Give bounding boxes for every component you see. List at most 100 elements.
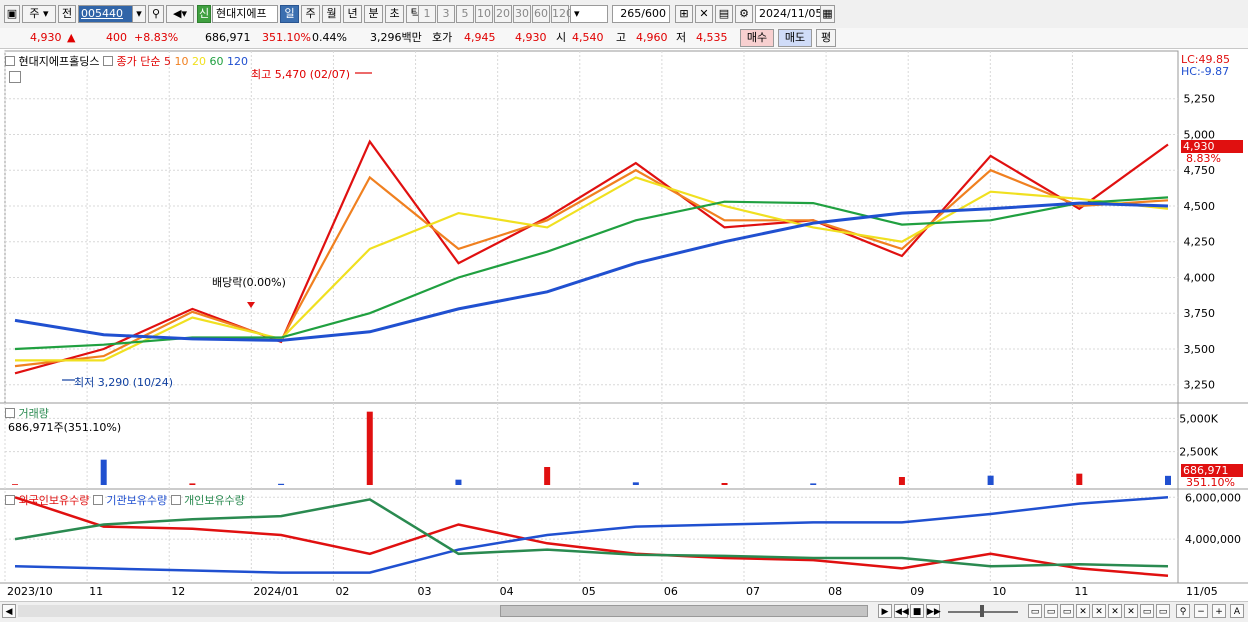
ma-line-20 <box>15 176 1169 362</box>
legend-checkbox[interactable] <box>102 56 113 66</box>
legend-checkbox[interactable] <box>170 495 181 505</box>
play-button[interactable]: ▶ <box>878 604 892 618</box>
quote-volume-ratio: 351.10% <box>262 31 311 44</box>
volume-bar <box>544 467 551 485</box>
zoom-reset-icon[interactable]: ⚲ <box>1176 604 1190 618</box>
chart-area[interactable]: 2023/10 11 12 2024/01 02 03 04 05 06 07 08 09 10 11 11… <box>0 49 1248 601</box>
volume-y-tick-label: 5,000K <box>1179 412 1218 425</box>
legend-checkbox[interactable] <box>92 495 103 505</box>
stock-name-field[interactable]: 현대지에프 <box>212 5 278 23</box>
scroll-left-icon[interactable]: ◀ <box>2 604 16 618</box>
period-select[interactable]: 주 ▾ <box>22 5 56 23</box>
interval-button[interactable]: 20 <box>494 5 512 23</box>
holding-line-2 <box>14 498 1169 568</box>
quote-bar: 4,930 ▲ 400 +8.83% 686,971 351.10% 0.44%… <box>0 28 1248 49</box>
interval-button[interactable]: 120 <box>551 5 573 23</box>
quote-high: 4,960 <box>636 31 668 44</box>
tab-5[interactable]: 초 <box>385 5 404 23</box>
font-size-icon[interactable]: A <box>1230 604 1244 618</box>
tool-icon[interactable]: ▭ <box>1156 604 1170 618</box>
x-tick-label: 2023/10 <box>7 585 53 598</box>
tab-1[interactable]: 주 <box>301 5 320 23</box>
legend-checkbox[interactable] <box>5 408 15 418</box>
y-tick-label: 3,500 <box>1184 343 1216 356</box>
tool-icon[interactable]: ✕ <box>1092 604 1106 618</box>
tab-0[interactable]: 일 <box>280 5 299 23</box>
tool-icon[interactable]: ✕ <box>1108 604 1122 618</box>
volume-bar <box>1076 473 1083 485</box>
settings-icon[interactable]: ⚙ <box>735 5 753 23</box>
tool-icon[interactable]: ▭ <box>1060 604 1074 618</box>
quote-change-arrow: ▲ <box>67 31 76 44</box>
ma-label: 종가 단순 <box>116 55 161 68</box>
ma-line-10 <box>14 168 1169 368</box>
tab-2[interactable]: 월 <box>322 5 341 23</box>
y-tick-label: 4,750 <box>1184 164 1216 177</box>
zoom-in-icon[interactable]: + <box>1212 604 1226 618</box>
volume-bar <box>721 483 728 485</box>
y-tick-label: 4,000 <box>1184 271 1216 284</box>
tab-3[interactable]: 년 <box>343 5 362 23</box>
legend-checkbox[interactable] <box>5 495 15 505</box>
stop-button[interactable]: ■ <box>910 604 924 618</box>
interval-button[interactable]: 3 <box>437 5 455 23</box>
count-total: /600 <box>641 7 666 20</box>
count-value: 265 <box>620 7 642 20</box>
x-tick-label: 06 <box>664 585 678 598</box>
tab-4[interactable]: 분 <box>364 5 383 23</box>
scroll-thumb[interactable] <box>500 605 868 617</box>
interval-button[interactable]: 1 <box>418 5 436 23</box>
tool-icon[interactable]: ▭ <box>1140 604 1154 618</box>
tool-icon[interactable]: ✕ <box>1076 604 1090 618</box>
ma-line-60 <box>14 196 1169 351</box>
price-panel-legend: 현대지에프홀딩스 종가 단순 5 10 20 60 120 <box>5 53 248 69</box>
interval-button[interactable]: 10 <box>475 5 493 23</box>
interval-button[interactable]: 5 <box>456 5 474 23</box>
holding-y-tick-label: 4,000,000 <box>1185 533 1241 546</box>
volume-bar <box>455 479 462 485</box>
quote-bid: 4,930 <box>515 31 547 44</box>
holding-series-individual: 개인보유수량 <box>184 494 245 507</box>
x-tick-label: 12 <box>171 585 185 598</box>
chart-scrollbar[interactable]: ◀ ▶ ◀◀ ■ ▶▶ ▭ ▭ ▭ ✕ ✕ ✕ ✕ ▭ ▭ ⚲ − + A <box>0 601 1248 622</box>
count-field[interactable]: 265/600 <box>612 5 670 23</box>
interval-select[interactable]: ▾ <box>570 5 608 23</box>
zoom-out-icon[interactable]: − <box>1194 604 1208 618</box>
y-tick-label: 3,250 <box>1184 379 1216 392</box>
eval-button[interactable]: 평 <box>816 29 836 47</box>
x-tick-label: 03 <box>418 585 432 598</box>
crosshair-icon[interactable]: ✕ <box>695 5 713 23</box>
interval-button[interactable]: 30 <box>513 5 531 23</box>
calendar-icon[interactable]: ▦ <box>820 5 835 23</box>
buy-button[interactable]: 매수 <box>740 29 774 47</box>
grid-toggle-icon[interactable] <box>9 71 21 83</box>
interval-button[interactable]: 60 <box>532 5 550 23</box>
chart-canvas[interactable]: 2023/10 11 12 2024/01 02 03 04 05 06 07 08 09 10 11 11… <box>0 49 1248 601</box>
prev-button[interactable]: 전 <box>58 5 76 23</box>
tool-icon[interactable]: ▭ <box>1044 604 1058 618</box>
low-label: 저 <box>676 31 687 44</box>
search-icon[interactable]: ⚲ <box>148 5 164 23</box>
tool-icon[interactable]: ✕ <box>1124 604 1138 618</box>
speaker-icon[interactable]: ◀▾ <box>166 5 194 23</box>
high-label: 고 <box>616 31 627 44</box>
code-dropdown-icon[interactable]: ▾ <box>132 5 146 23</box>
rewind-button[interactable]: ◀◀ <box>894 604 909 618</box>
save-icon[interactable]: ▤ <box>715 5 733 23</box>
dividend-marker <box>247 302 255 308</box>
x-tick-label: 2024/01 <box>253 585 299 598</box>
current-pct-tag: 8.83% <box>1186 152 1221 165</box>
zoom-slider-handle[interactable] <box>980 605 984 617</box>
x-tick-label: 10 <box>992 585 1006 598</box>
chart-tool-icon[interactable]: ⊞ <box>675 5 693 23</box>
quote-change: 400 <box>106 31 127 44</box>
volume-value-line: 686,971주(351.10%) <box>8 421 122 434</box>
layout-icon[interactable]: ▣ <box>4 5 20 23</box>
forward-button[interactable]: ▶▶ <box>926 604 941 618</box>
sell-button[interactable]: 매도 <box>778 29 812 47</box>
tool-icon[interactable]: ▭ <box>1028 604 1042 618</box>
ma-period-120: 120 <box>223 55 248 68</box>
holding-panel-legend: 외국인보유수량 기관보유수량 개인보유수량 <box>5 492 245 508</box>
dividend-annotation: 배당락(0.00%) <box>212 276 286 289</box>
legend-checkbox[interactable] <box>5 56 15 66</box>
